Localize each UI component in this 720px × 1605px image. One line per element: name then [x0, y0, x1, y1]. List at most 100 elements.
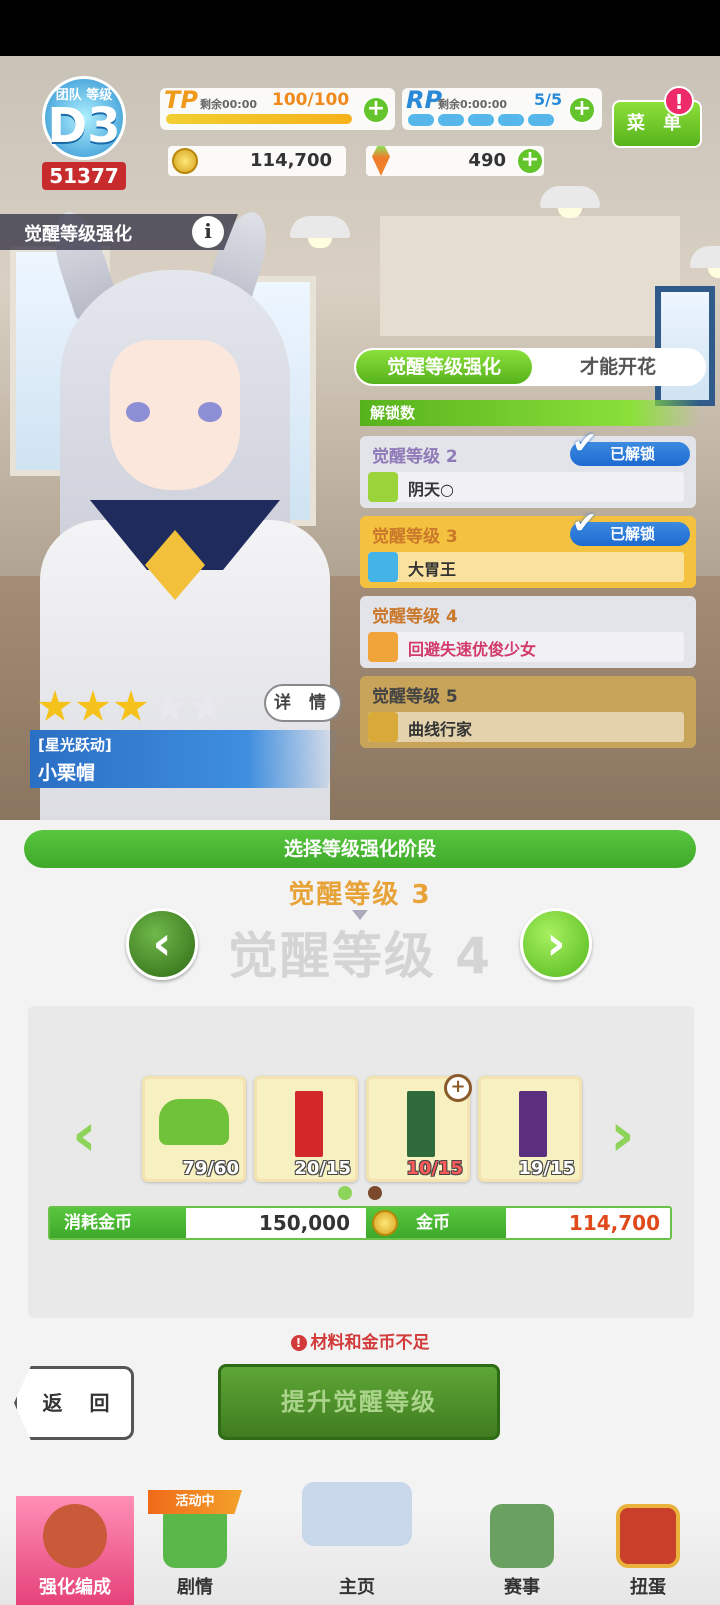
team-rank-grade: D3 — [47, 98, 121, 154]
unlocked-label: 已解锁 — [610, 525, 656, 543]
awakening-level-card[interactable]: 觉醒等级 4 回避失速优俊少女 — [360, 596, 696, 668]
materials-prev-arrow-icon[interactable]: ‹ — [72, 1100, 97, 1170]
skill-row: 阴天○ — [368, 472, 684, 502]
enhance-icon — [43, 1504, 107, 1568]
material-slot[interactable]: 20/15 — [254, 1076, 358, 1182]
character-nameplate: [星光跃动] 小栗帽 — [30, 730, 340, 788]
rp-pip — [468, 114, 494, 126]
carrot-counter: 490 + — [366, 146, 544, 176]
back-button[interactable]: 返 回 — [14, 1366, 134, 1440]
skill-icon — [368, 712, 398, 742]
character-portrait — [20, 200, 340, 820]
rp-gauge: RP 剩余0:00:00 5/5 + — [402, 86, 602, 130]
material-qty: 20/15 — [294, 1158, 351, 1179]
star-empty-icon — [152, 690, 186, 721]
detail-button[interactable]: 详 情 — [264, 684, 342, 722]
nav-enhance[interactable]: 强化编成 — [16, 1496, 134, 1605]
unlocked-label: 已解锁 — [610, 445, 656, 463]
tab-skill-bloom[interactable]: 才能开花 — [532, 350, 704, 384]
skill-row: 回避失速优俊少女 — [368, 632, 684, 662]
shoes-icon — [159, 1099, 229, 1145]
warning-text: 材料和金币不足 — [310, 1333, 430, 1353]
rp-label: RP — [406, 86, 443, 114]
nav-label: 剧情 — [177, 1577, 213, 1598]
green-banner-icon — [407, 1091, 435, 1157]
face — [110, 340, 240, 490]
red-banner-icon — [295, 1091, 323, 1157]
material-slot[interactable]: 19/15 — [478, 1076, 582, 1182]
poster — [655, 286, 715, 406]
insufficient-warning: ! 材料和金币不足 — [0, 1328, 720, 1353]
skill-icon — [368, 632, 398, 662]
ceiling-lamp — [690, 246, 720, 278]
page-title: 觉醒等级强化 — [24, 224, 132, 245]
carrot-amount: 490 — [468, 150, 506, 171]
skill-icon — [368, 552, 398, 582]
team-rank-emblem[interactable]: 团队 等级 D3 51377 — [14, 64, 154, 194]
prev-level-button[interactable]: ‹ — [126, 908, 198, 980]
carrot-plus-icon[interactable]: + — [516, 147, 544, 175]
tab-awakening[interactable]: 觉醒等级强化 — [356, 350, 532, 384]
material-qty: 19/15 — [518, 1158, 575, 1179]
rp-remaining: 剩余0:00:00 — [438, 98, 508, 111]
current-level-label: 觉醒等级 3 — [288, 880, 432, 910]
carrot-icon — [372, 146, 390, 176]
rp-pip — [528, 114, 554, 126]
coin-amount: 114,700 — [250, 150, 332, 171]
awakening-level-card[interactable]: 觉醒等级 2 ✔ 已解锁 阴天○ — [360, 429, 696, 508]
skill-name: 阴天○ — [408, 480, 454, 499]
rp-pip — [438, 114, 464, 126]
skill-icon — [368, 472, 398, 502]
ceiling-lamp — [540, 186, 600, 218]
target-level-label: 觉醒等级 4 — [227, 927, 493, 985]
rp-plus-icon[interactable]: + — [568, 96, 596, 124]
materials-panel — [28, 1006, 694, 1318]
coin-icon — [172, 148, 198, 174]
material-slot[interactable]: 79/60 — [142, 1076, 246, 1182]
rp-pip — [498, 114, 524, 126]
info-icon[interactable]: i — [192, 216, 224, 248]
level-title: 觉醒等级 3 — [372, 527, 458, 547]
page-dot — [368, 1186, 382, 1200]
event-active-tag: 活动中 — [148, 1490, 242, 1514]
nav-label: 扭蛋 — [630, 1577, 666, 1598]
unlock-count-header: 解锁数 — [360, 400, 700, 426]
level-title: 觉醒等级 4 — [372, 607, 458, 627]
menu-alert-badge: ! — [664, 86, 694, 116]
nav-label: 赛事 — [504, 1577, 540, 1598]
awakening-level-card[interactable]: 觉醒等级 3 ✔ 已解锁 大胃王 — [360, 509, 696, 588]
coin-counter: 114,700 — [168, 146, 346, 176]
level-title: 觉醒等级 5 — [372, 687, 458, 707]
gacha-icon — [616, 1504, 680, 1568]
check-icon: ✔ — [572, 506, 598, 541]
tp-value: 100/100 — [272, 90, 350, 110]
materials-next-arrow-icon[interactable]: › — [610, 1100, 635, 1170]
nav-home[interactable]: 主页 — [262, 1482, 452, 1605]
skill-row: 大胃王 — [368, 552, 684, 582]
tab-bar: 觉醒等级强化 才能开花 — [354, 348, 706, 386]
level-title: 觉醒等级 2 — [372, 447, 458, 467]
unlocked-badge: ✔ 已解锁 — [570, 509, 690, 546]
character-epithet: [星光跃动] — [38, 736, 112, 754]
star-filled-icon — [76, 690, 110, 721]
status-bar-area — [0, 0, 720, 56]
check-icon: ✔ — [572, 426, 598, 461]
awakening-level-card[interactable]: 觉醒等级 5 曲线行家 — [360, 676, 696, 748]
tp-gauge: TP 剩余00:00 100/100 + — [160, 86, 395, 130]
warning-icon: ! — [290, 1335, 307, 1351]
nav-races[interactable]: 赛事 — [466, 1496, 578, 1605]
upgrade-awakening-button[interactable]: 提升觉醒等级 — [218, 1364, 500, 1440]
nav-gacha[interactable]: 扭蛋 — [590, 1496, 706, 1605]
rarity-stars — [38, 690, 238, 726]
zoom-icon[interactable]: + — [444, 1074, 472, 1102]
bottom-nav: 强化编成 剧情 主页 赛事 扭蛋 — [0, 1482, 720, 1605]
next-level-button[interactable]: › — [520, 908, 592, 980]
tp-plus-icon[interactable]: + — [362, 96, 390, 124]
page-dot-active — [338, 1186, 352, 1200]
material-qty: 79/60 — [182, 1158, 239, 1179]
tp-fill — [166, 114, 352, 124]
eye-right — [198, 402, 222, 422]
cost-bar: 消耗金币 150,000 金币 114,700 — [48, 1206, 672, 1240]
cost-value: 150,000 — [258, 1211, 350, 1235]
team-rank-score: 51377 — [42, 162, 126, 190]
